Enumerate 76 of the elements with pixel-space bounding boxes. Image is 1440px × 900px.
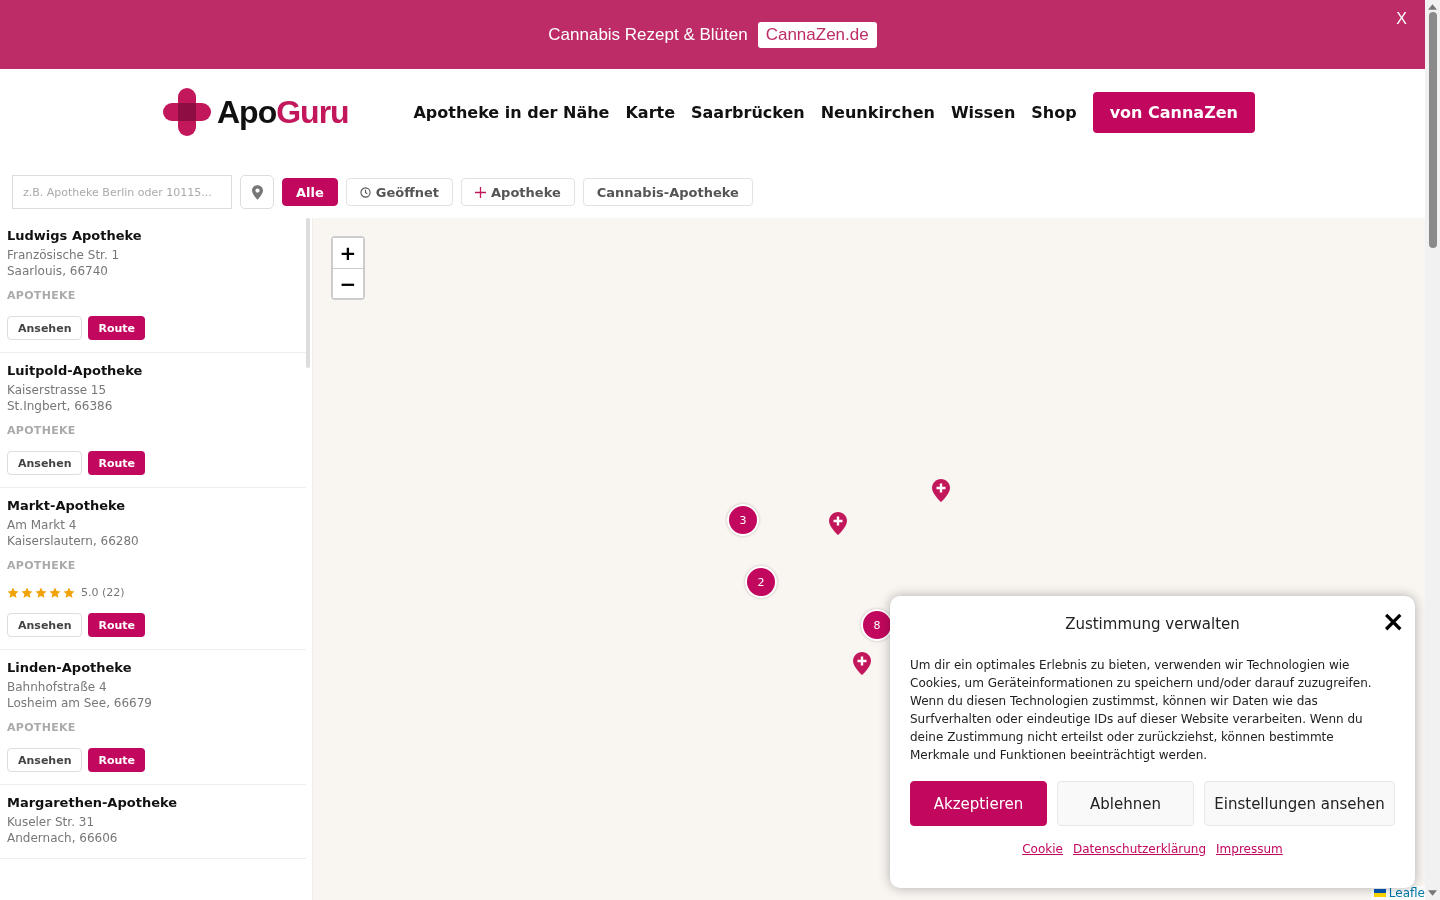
consent-text: Um dir ein optimales Erlebnis zu bieten, verwenden wir Technologien wie Cookies, um Geräteinformationen zu speichern und/oder darauf zuzugreifen. Wenn du diesen Technologien zustimmst, können wir Daten wie das Surfverhalten oder eindeutige IDs auf dieser Website verarbeiten. Wenn du deine Zustimmung nicht erteilst oder zurückziehst, können bestimmte Merkmale und Funktionen beeinträchtigt werden.: [910, 657, 1373, 764]
close-button[interactable]: X: [1396, 10, 1407, 28]
cluster-marker[interactable]: 2: [745, 566, 777, 598]
pharmacy-street: Französische Str. 1: [7, 247, 121, 263]
view-button[interactable]: Ansehen: [7, 316, 83, 340]
cluster-marker[interactable]: 3: [727, 504, 759, 536]
pharmacy-city: Andernach, 66606: [7, 830, 119, 846]
pharmacy-name[interactable]: Ludwigs Apotheke: [7, 228, 299, 243]
plus-icon: [475, 186, 487, 198]
filter-chip[interactable]: Cannabis-Apotheke: [582, 178, 753, 206]
pharmacy-pin-icon[interactable]: [932, 479, 950, 502]
view-button[interactable]: Ansehen: [7, 613, 83, 637]
footer-link[interactable]: Impressum: [1216, 842, 1283, 856]
flag-icon: [1373, 889, 1386, 897]
accept-button[interactable]: Akzeptieren: [910, 781, 1047, 826]
location-button[interactable]: [240, 175, 274, 209]
zoom-out-button[interactable]: −: [333, 268, 363, 298]
route-button[interactable]: Route: [88, 316, 146, 340]
nav-link[interactable]: Karte: [625, 102, 676, 122]
scrollbar-thumb[interactable]: [306, 218, 310, 368]
pharmacy-city: Saarlouis, 66740: [7, 263, 109, 279]
filter-chip[interactable]: Geöffnet: [345, 178, 454, 206]
pharmacy-name[interactable]: Linden-Apotheke: [7, 660, 299, 675]
pharmacy-name[interactable]: Markt-Apotheke: [7, 498, 299, 513]
cta-button[interactable]: von CannaZen: [1092, 91, 1255, 133]
banner-link[interactable]: CannaZen.de: [757, 21, 877, 48]
nav-link[interactable]: Wissen: [950, 102, 1016, 122]
star-icon: [35, 586, 47, 599]
filter-chip[interactable]: Alle: [282, 178, 338, 206]
cross-logo-icon[interactable]: [163, 88, 211, 136]
pharmacy-type: APOTHEKE: [7, 559, 77, 572]
filter-chip[interactable]: Apotheke: [461, 178, 575, 206]
footer-link[interactable]: Datenschutzerklärung: [1072, 842, 1207, 856]
pharmacy-city: St.Ingbert, 66386: [7, 398, 114, 414]
pharmacy-city: Losheim am See, 66679: [7, 695, 153, 711]
search-field[interactable]: z.B. Apotheke Berlin oder 10115...: [12, 175, 232, 209]
star-icon: [63, 586, 75, 599]
pharmacy-type: APOTHEKE: [7, 424, 77, 437]
pharmacy-pin-icon[interactable]: [829, 512, 847, 535]
pharmacy-street: Am Markt 4: [7, 517, 78, 533]
route-button[interactable]: Route: [88, 451, 146, 475]
view-button[interactable]: Ansehen: [7, 748, 83, 772]
settings-button[interactable]: Einstellungen ansehen: [1204, 781, 1395, 826]
logo-text[interactable]: ApoGuru: [217, 93, 349, 131]
pharmacy-street: Bahnhofstraße 4: [7, 679, 108, 695]
rating-text: 5.0 (22): [81, 586, 125, 599]
footer-link[interactable]: Cookie: [1022, 842, 1063, 856]
banner-text: Cannabis Rezept & Blüten: [548, 24, 748, 45]
nav-link[interactable]: Apotheke in der Nähe: [413, 102, 610, 122]
pharmacy-type: APOTHEKE: [7, 721, 77, 734]
nav-link[interactable]: Saarbrücken: [691, 102, 805, 122]
scroll-up-icon[interactable]: [1428, 4, 1437, 10]
pharmacy-street: Kuseler Str. 31: [7, 814, 96, 830]
route-button[interactable]: Route: [88, 613, 146, 637]
nav-link[interactable]: Shop: [1031, 102, 1077, 122]
page-scrollbar-thumb[interactable]: [1428, 12, 1437, 248]
location-pin-icon: [251, 184, 263, 200]
decline-button[interactable]: Ablehnen: [1057, 781, 1194, 826]
star-icon: [21, 586, 33, 599]
star-icon: [49, 586, 61, 599]
nav-link[interactable]: Neunkirchen: [820, 102, 935, 122]
dialog-title: Zustimmung verwalten: [1065, 615, 1240, 633]
clock-icon: [359, 186, 371, 198]
map[interactable]: [313, 218, 1425, 900]
pharmacy-pin-icon[interactable]: [853, 652, 871, 675]
cluster-marker[interactable]: 8: [861, 609, 893, 641]
pharmacy-type: APOTHEKE: [7, 289, 77, 302]
pharmacy-city: Kaiserslautern, 66280: [7, 533, 140, 549]
pharmacy-name[interactable]: Margarethen-Apotheke: [7, 795, 299, 810]
star-icon: [7, 586, 19, 599]
pharmacy-street: Kaiserstrasse 15: [7, 382, 108, 398]
pharmacy-name[interactable]: Luitpold-Apotheke: [7, 363, 299, 378]
scroll-down-icon[interactable]: [1428, 890, 1437, 896]
route-button[interactable]: Route: [88, 748, 146, 772]
view-button[interactable]: Ansehen: [7, 451, 83, 475]
close-button[interactable]: ×: [1381, 608, 1405, 636]
